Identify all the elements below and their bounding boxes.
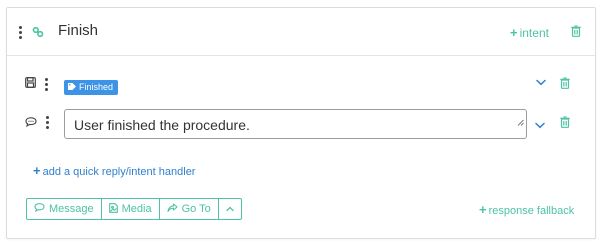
chevron-down-icon[interactable]: [535, 122, 545, 129]
share-icon: [167, 202, 178, 216]
plus-icon: +: [510, 25, 518, 40]
delete-tag-trash-icon[interactable]: [560, 77, 570, 89]
plus-icon: +: [479, 202, 487, 217]
expand-toolbar-button[interactable]: [219, 199, 241, 219]
resize-handle[interactable]: [517, 106, 524, 136]
add-intent-label: intent: [519, 26, 549, 40]
tag-label: Finished: [79, 82, 114, 92]
delete-block-trash-icon[interactable]: [571, 25, 581, 37]
chevron-down-icon[interactable]: [536, 79, 546, 86]
add-quick-reply-handler-link[interactable]: + add a quick reply/intent handler: [33, 163, 195, 178]
add-intent-button[interactable]: + intent: [510, 25, 549, 40]
add-goto-button[interactable]: Go To: [160, 199, 219, 219]
response-fallback-label: response fallback: [488, 205, 575, 217]
delete-message-trash-icon[interactable]: [560, 116, 570, 128]
chat-icon: [34, 203, 45, 215]
save-icon[interactable]: [25, 77, 36, 88]
chevron-up-icon: [226, 203, 234, 215]
add-message-button[interactable]: Message: [27, 199, 102, 219]
block-card: Finish + intent Finished User finished t…: [6, 7, 596, 239]
image-icon: [108, 202, 118, 216]
tag-row-drag-handle[interactable]: [45, 78, 48, 93]
add-response-toolbar: Message Media Go To: [26, 198, 242, 220]
plus-icon: +: [33, 163, 41, 178]
link-icon[interactable]: [32, 26, 44, 38]
block-header: Finish + intent: [7, 8, 595, 56]
block-drag-handle[interactable]: [19, 26, 22, 41]
add-handler-label: add a quick reply/intent handler: [42, 166, 196, 178]
block-title[interactable]: Finish: [58, 22, 98, 39]
goto-button-label: Go To: [181, 203, 211, 215]
add-response-fallback-button[interactable]: + response fallback: [479, 202, 574, 217]
finished-tag-badge[interactable]: Finished: [64, 80, 119, 95]
chat-icon: [25, 117, 37, 127]
media-button-label: Media: [121, 203, 152, 215]
message-drag-handle[interactable]: [46, 116, 49, 131]
add-media-button[interactable]: Media: [102, 199, 160, 219]
message-textarea[interactable]: User finished the procedure.: [64, 109, 527, 139]
message-button-label: Message: [49, 203, 94, 215]
tag-icon: [68, 80, 76, 95]
message-text: User finished the procedure.: [74, 117, 250, 133]
